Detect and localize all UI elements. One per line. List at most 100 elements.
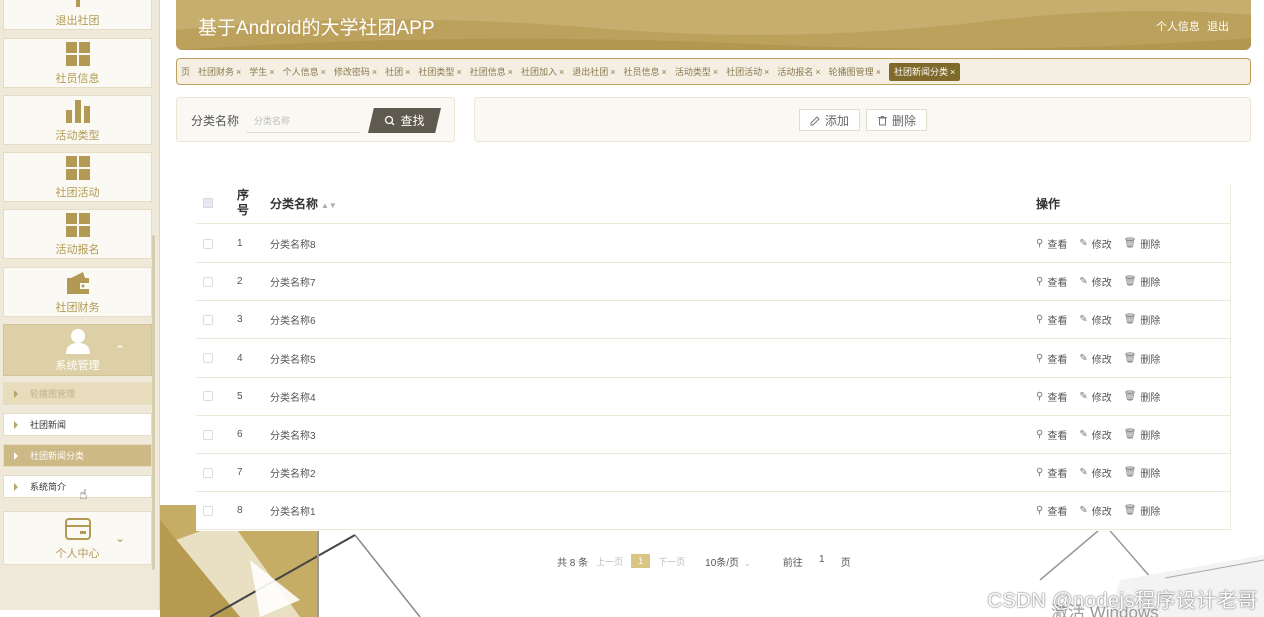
delete-row-button[interactable]: 🗑 删除	[1124, 236, 1161, 251]
tab-activity-type[interactable]: 活动类型 ×	[671, 63, 722, 81]
sidebar-scrollbar[interactable]	[152, 235, 155, 570]
next-page-button[interactable]: 下一页	[658, 555, 685, 568]
sidebar-item-personal-center[interactable]: 个人中心 ⌄	[3, 511, 152, 565]
edit-button[interactable]: ✎ 修改	[1079, 389, 1111, 404]
edit-button[interactable]: ✎ 修改	[1079, 503, 1111, 518]
submenu-item-club-news[interactable]: 社团新闻	[3, 413, 152, 436]
row-name: 分类名称6	[270, 316, 316, 328]
current-page[interactable]: 1	[631, 554, 651, 568]
view-button[interactable]: ⚲ 查看	[1036, 236, 1067, 251]
search-button[interactable]: 查找	[368, 108, 441, 133]
close-icon[interactable]: ×	[713, 67, 718, 77]
logout-link[interactable]: 退出	[1207, 21, 1229, 33]
delete-button[interactable]: 删除	[866, 109, 927, 131]
trash-icon: 🗑	[1123, 429, 1137, 440]
close-icon[interactable]: ×	[236, 67, 241, 77]
submenu-item-news-category[interactable]: 社团新闻分类	[3, 444, 152, 467]
tab-member-info[interactable]: 社员信息 ×	[620, 63, 671, 81]
close-icon[interactable]: ×	[321, 67, 326, 77]
goto-input[interactable]: 1	[807, 554, 837, 568]
close-icon[interactable]: ×	[610, 67, 615, 77]
edit-button[interactable]: ✎ 修改	[1079, 351, 1111, 366]
delete-row-button[interactable]: 🗑 删除	[1124, 389, 1161, 404]
delete-row-button[interactable]: 🗑 删除	[1124, 312, 1161, 327]
close-icon[interactable]: ×	[508, 67, 513, 77]
search-input[interactable]	[246, 109, 360, 133]
tab-personal-info[interactable]: 个人信息 ×	[279, 63, 330, 81]
row-checkbox[interactable]	[203, 314, 213, 325]
prev-page-button[interactable]: 上一页	[596, 555, 623, 568]
sidebar-item-members[interactable]: 社员信息	[3, 38, 152, 88]
sidebar-item-label: 退出社团	[55, 15, 100, 27]
row-checkbox[interactable]	[203, 391, 213, 402]
select-all-checkbox[interactable]	[203, 198, 213, 208]
row-checkbox[interactable]	[203, 467, 213, 478]
view-button[interactable]: ⚲ 查看	[1036, 274, 1067, 289]
tab-news-category[interactable]: 社团新闻分类 ×	[888, 62, 961, 81]
sidebar-item-exit-club[interactable]: 退出社团	[3, 0, 152, 30]
close-icon[interactable]: ×	[764, 67, 769, 77]
close-icon[interactable]: ×	[950, 67, 955, 77]
close-icon[interactable]: ×	[662, 67, 667, 77]
tab-club-join[interactable]: 社团加入 ×	[517, 63, 568, 81]
submenu-item-label: 轮播图管理	[30, 389, 76, 399]
close-icon[interactable]: ×	[815, 67, 820, 77]
tab-students[interactable]: 学生 ×	[245, 63, 278, 81]
close-icon[interactable]: ×	[559, 67, 564, 77]
sidebar-item-activity-types[interactable]: 活动类型	[3, 95, 152, 145]
page-size-select[interactable]: 10条/页 ⌄	[705, 554, 751, 569]
sidebar-item-system-management[interactable]: 系统管理 ⌃	[3, 324, 152, 376]
delete-row-button[interactable]: 🗑 删除	[1124, 465, 1161, 480]
tab-exit-club[interactable]: 退出社团 ×	[568, 63, 619, 81]
header-name-col[interactable]: 分类名称 ▲▼	[270, 195, 337, 212]
close-icon[interactable]: ×	[876, 67, 881, 77]
delete-row-button[interactable]: 🗑 删除	[1124, 274, 1161, 289]
edit-button[interactable]: ✎ 修改	[1079, 236, 1111, 251]
user-icon	[65, 328, 90, 354]
tab-club-type[interactable]: 社团类型 ×	[414, 63, 465, 81]
row-checkbox[interactable]	[203, 276, 213, 287]
delete-row-button[interactable]: 🗑 删除	[1124, 351, 1161, 366]
edit-button[interactable]: ✎ 修改	[1079, 427, 1111, 442]
magnifier-icon: ⚲	[1036, 429, 1044, 440]
close-icon[interactable]: ×	[269, 67, 274, 77]
close-icon[interactable]: ×	[456, 67, 461, 77]
sidebar-item-activity-signup[interactable]: 活动报名	[3, 209, 152, 259]
view-button[interactable]: ⚲ 查看	[1036, 312, 1067, 327]
profile-link[interactable]: 个人信息	[1156, 21, 1200, 33]
submenu-item-system-intro[interactable]: 系统简介	[3, 475, 152, 498]
sidebar-item-club-finance[interactable]: 社团财务	[3, 267, 152, 317]
tab-club-info[interactable]: 社团信息 ×	[466, 63, 517, 81]
row-checkbox[interactable]	[203, 353, 213, 364]
tab-activity-signup[interactable]: 活动报名 ×	[773, 63, 824, 81]
tab-home[interactable]: 页	[177, 63, 194, 81]
close-icon[interactable]: ×	[405, 67, 410, 77]
view-button[interactable]: ⚲ 查看	[1036, 465, 1067, 480]
view-button[interactable]: ⚲ 查看	[1036, 351, 1067, 366]
row-checkbox[interactable]	[203, 505, 213, 516]
close-icon[interactable]: ×	[372, 67, 377, 77]
row-checkbox[interactable]	[203, 238, 213, 249]
tab-club[interactable]: 社团 ×	[381, 63, 414, 81]
tab-club-activity[interactable]: 社团活动 ×	[722, 63, 773, 81]
sort-icon[interactable]: ▲▼	[321, 201, 337, 210]
sidebar-item-club-activities[interactable]: 社团活动	[3, 152, 152, 202]
edit-label: 修改	[1091, 240, 1112, 251]
trash-icon: 🗑	[1123, 276, 1137, 288]
delete-row-button[interactable]: 🗑 删除	[1124, 503, 1161, 518]
grid-icon	[65, 155, 90, 180]
tab-label: 社团加入	[520, 67, 557, 77]
delete-row-button[interactable]: 🗑 删除	[1124, 427, 1161, 442]
tab-carousel[interactable]: 轮播图管理 ×	[825, 63, 885, 81]
view-button[interactable]: ⚲ 查看	[1036, 503, 1067, 518]
edit-button[interactable]: ✎ 修改	[1079, 312, 1111, 327]
edit-button[interactable]: ✎ 修改	[1079, 274, 1111, 289]
tab-change-password[interactable]: 修改密码 ×	[330, 63, 381, 81]
add-button[interactable]: 添加	[799, 109, 860, 131]
row-checkbox[interactable]	[203, 429, 213, 440]
edit-button[interactable]: ✎ 修改	[1079, 465, 1111, 480]
submenu-item-carousel[interactable]: 轮播图管理	[3, 382, 152, 405]
view-button[interactable]: ⚲ 查看	[1036, 389, 1067, 404]
view-button[interactable]: ⚲ 查看	[1036, 427, 1067, 442]
tab-club-finance[interactable]: 社团财务 ×	[194, 63, 245, 81]
